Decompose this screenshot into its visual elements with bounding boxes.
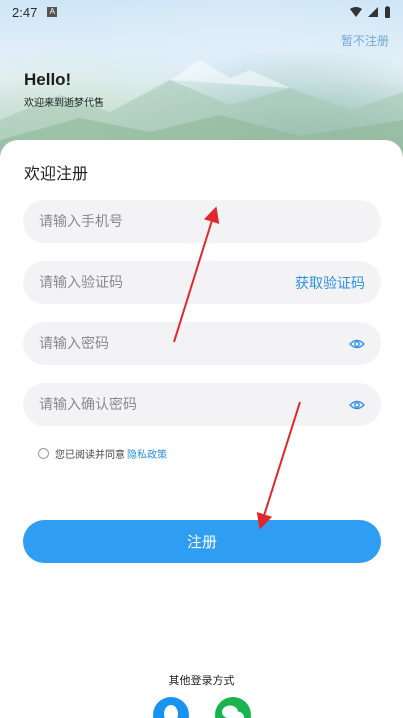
code-input[interactable] <box>39 274 295 291</box>
hello-heading: Hello! <box>24 70 72 89</box>
qq-icon <box>164 705 178 718</box>
get-code-button[interactable]: 获取验证码 <box>295 273 365 293</box>
eye-icon[interactable] <box>349 399 365 411</box>
agree-radio[interactable] <box>38 448 49 459</box>
skip-register-link[interactable]: 暂不注册 <box>341 32 389 49</box>
password-input[interactable] <box>39 335 349 352</box>
confirm-password-input[interactable] <box>39 396 349 413</box>
eye-icon[interactable] <box>349 338 365 350</box>
wechat-login-button[interactable] <box>215 697 251 718</box>
agreement-row: 您已阅读并同意 隐私政策 <box>38 446 167 461</box>
other-login-label: 其他登录方式 <box>168 674 235 687</box>
password-field[interactable] <box>23 322 381 365</box>
status-time: 2:47 <box>12 4 38 20</box>
privacy-policy-link[interactable]: 隐私政策 <box>127 446 167 461</box>
phone-input[interactable] <box>39 213 365 230</box>
status-bar: 2:47 A <box>0 0 403 24</box>
status-icons <box>350 6 391 18</box>
wifi-icon <box>350 7 362 17</box>
phone-field[interactable] <box>23 200 381 243</box>
register-title: 欢迎注册 <box>24 164 89 183</box>
battery-icon <box>385 6 390 18</box>
code-field[interactable]: 获取验证码 <box>23 261 381 304</box>
notification-a-icon: A <box>47 7 58 17</box>
register-button[interactable]: 注册 <box>23 520 381 563</box>
signal-icon <box>368 7 378 17</box>
wechat-icon <box>222 705 244 718</box>
confirm-password-field[interactable] <box>23 383 381 426</box>
welcome-subtitle: 欢迎来到逝梦代售 <box>24 98 104 109</box>
qq-login-button[interactable] <box>153 697 189 718</box>
agree-text: 您已阅读并同意 <box>55 450 125 461</box>
